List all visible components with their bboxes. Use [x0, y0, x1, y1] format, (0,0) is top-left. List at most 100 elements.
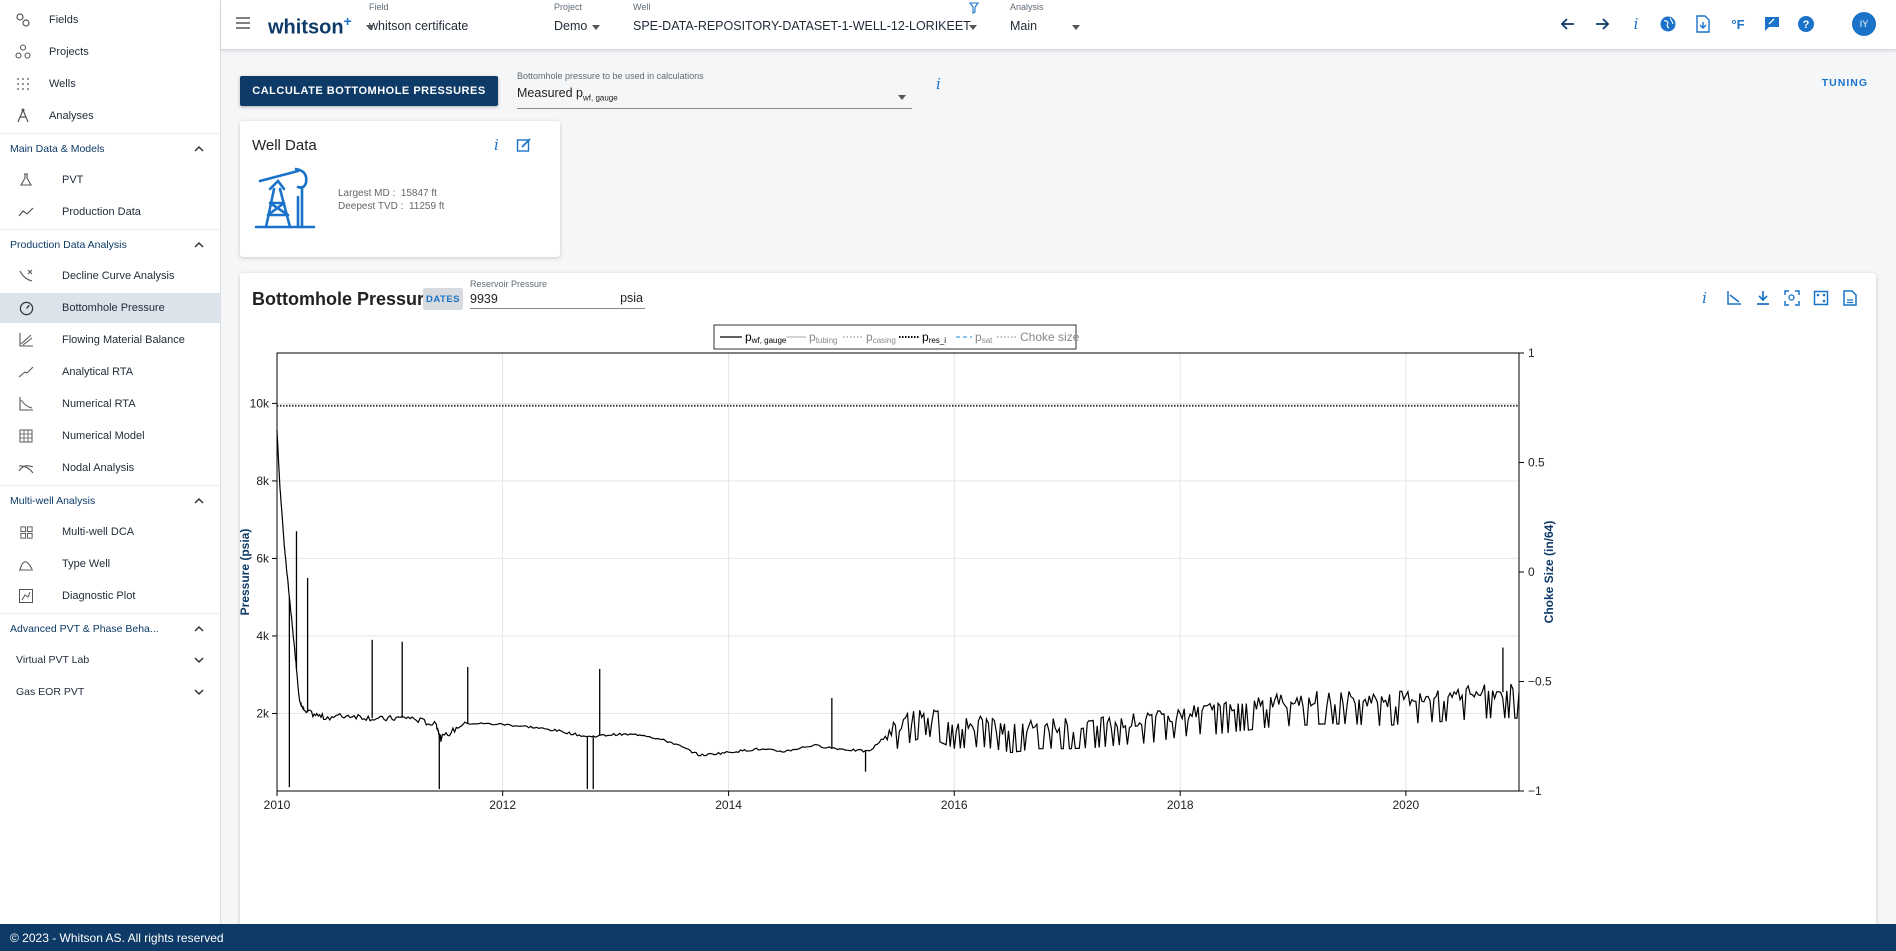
- multiwell-icon: [14, 525, 38, 540]
- chart-toolbar: i: [1694, 287, 1860, 308]
- sidebar-item-projects[interactable]: Projects: [0, 37, 220, 67]
- temperature-unit-icon[interactable]: °F: [1727, 13, 1749, 35]
- project-value: Demo: [554, 19, 588, 33]
- project-select[interactable]: Project Demo: [554, 2, 588, 33]
- well-select[interactable]: Well SPE-DATA-REPOSITORY-DATASET-1-WELL-…: [633, 2, 973, 33]
- chevron-down-icon: [898, 95, 906, 100]
- sidebar-item-wells[interactable]: Wells: [0, 69, 220, 99]
- section-production-data-analysis[interactable]: Production Data Analysis: [0, 229, 220, 259]
- dates-toggle-button[interactable]: DATES: [423, 288, 463, 310]
- plot-frame: [276, 352, 1520, 792]
- sidebar-item-diagnostic-plot[interactable]: Diagnostic Plot: [0, 581, 220, 611]
- bhp-chart[interactable]: pwf, gauge ptubing pcasing pres_i psat Choke …: [240, 273, 1876, 924]
- sidebar-item-label: Diagnostic Plot: [62, 590, 136, 602]
- sidebar-item-multi-well-dca[interactable]: Multi-well DCA: [0, 517, 220, 547]
- well-label: Well: [633, 2, 651, 12]
- info-icon[interactable]: i: [494, 136, 499, 154]
- autoscale-icon[interactable]: [1810, 287, 1831, 308]
- chevron-up-icon: [194, 145, 204, 152]
- app-root: Fields Projects Wells Analyses Main Data…: [0, 0, 1896, 951]
- bhp-select-label: Bottomhole pressure to be used in calcul…: [517, 71, 704, 81]
- y2-tick-label: 1: [1528, 346, 1535, 360]
- sidebar-item-label: Production Data: [62, 206, 141, 218]
- whitson-logo[interactable]: whitson+: [268, 13, 352, 40]
- user-avatar[interactable]: IY: [1852, 12, 1876, 36]
- section-main-data-models[interactable]: Main Data & Models: [0, 133, 220, 163]
- sidebar-item-numerical-model[interactable]: Numerical Model: [0, 421, 220, 451]
- sidebar-item-label: Nodal Analysis: [62, 462, 135, 474]
- sidebar-item-type-well[interactable]: Type Well: [0, 549, 220, 579]
- chevron-down-icon: [194, 657, 204, 664]
- back-arrow-icon[interactable]: [1557, 13, 1579, 35]
- chevron-down-icon: [969, 25, 977, 30]
- chevron-up-icon: [194, 497, 204, 504]
- tuning-button[interactable]: TUNING: [1822, 77, 1868, 89]
- sidebar-item-label: Type Well: [62, 558, 111, 570]
- well-data-card: Well Data i Largest MD : 15847 ft Deepes…: [240, 121, 560, 257]
- field-select[interactable]: Field whitson certificate: [366, 2, 519, 33]
- top-bar: whitson+ Field whitson certificate Proje…: [221, 0, 1896, 50]
- axis-scale-icon[interactable]: [1723, 287, 1744, 308]
- info-icon[interactable]: i: [1694, 287, 1715, 308]
- section-multi-well-analysis[interactable]: Multi-well Analysis: [0, 485, 220, 515]
- section-advanced-pvt[interactable]: Advanced PVT & Phase Beha...: [0, 613, 220, 643]
- sidebar-item-bottomhole-pressure[interactable]: Bottomhole Pressure: [0, 293, 220, 323]
- x-tick-label: 2014: [715, 798, 742, 812]
- reservoir-pressure-field[interactable]: Reservoir Pressure 9939 psia: [470, 279, 645, 309]
- zoom-icon[interactable]: [1781, 287, 1802, 308]
- logo-text: whitson: [268, 16, 344, 39]
- sidebar-item-label: Fields: [49, 14, 79, 26]
- edit-icon[interactable]: [516, 137, 532, 153]
- globe-icon[interactable]: [1657, 13, 1679, 35]
- type-well-icon: [14, 556, 38, 572]
- analysis-select[interactable]: Analysis Main: [1010, 2, 1070, 33]
- sidebar-item-label: Numerical RTA: [62, 398, 136, 410]
- bhp-source-select[interactable]: Bottomhole pressure to be used in calcul…: [517, 71, 912, 109]
- sidebar-item-production-data[interactable]: Production Data: [0, 197, 220, 227]
- download-icon[interactable]: [1752, 287, 1773, 308]
- y2-axis-label: Choke Size (in/64): [1542, 521, 1556, 624]
- main-content: CALCULATE BOTTOMHOLE PRESSURES Bottomhol…: [221, 51, 1896, 924]
- filter-icon[interactable]: [969, 2, 979, 14]
- sidebar-item-flowing-material-balance[interactable]: Flowing Material Balance: [0, 325, 220, 355]
- chevron-down-icon: [592, 25, 600, 30]
- section-virtual-pvt-lab[interactable]: Virtual PVT Lab: [0, 645, 220, 675]
- section-title: Advanced PVT & Phase Beha...: [10, 622, 159, 635]
- sidebar-item-label: PVT: [62, 174, 84, 186]
- bhp-select-subscript: wf, gauge: [583, 93, 618, 103]
- sidebar-item-analytical-rta[interactable]: Analytical RTA: [0, 357, 220, 387]
- footer: © 2023 - Whitson AS. All rights reserved: [0, 924, 1896, 951]
- sidebar-item-numerical-rta[interactable]: Numerical RTA: [0, 389, 220, 419]
- calculate-bottomhole-pressures-button[interactable]: CALCULATE BOTTOMHOLE PRESSURES: [240, 76, 498, 106]
- sidebar-item-analyses[interactable]: Analyses: [0, 101, 220, 131]
- y2-tick-label: 0: [1528, 565, 1535, 579]
- info-icon[interactable]: i: [1625, 13, 1647, 35]
- sidebar-item-pvt[interactable]: PVT: [0, 165, 220, 195]
- section-title: Virtual PVT Lab: [16, 654, 90, 666]
- help-icon[interactable]: ?: [1795, 13, 1817, 35]
- info-icon[interactable]: i: [936, 75, 941, 93]
- section-gas-eor-pvt[interactable]: Gas EOR PVT: [0, 677, 220, 707]
- md-value: 15847 ft: [400, 188, 437, 199]
- forward-arrow-icon[interactable]: [1591, 13, 1613, 35]
- feedback-icon[interactable]: [1761, 13, 1783, 35]
- diagnostic-icon: [14, 588, 38, 604]
- reservoir-pressure-value: 9939: [470, 292, 498, 306]
- download-file-icon[interactable]: [1692, 13, 1714, 35]
- y-tick-label: 2k: [256, 706, 270, 720]
- numerical-rta-icon: [14, 396, 38, 412]
- y-tick-label: 10k: [250, 396, 270, 410]
- sidebar-item-decline-curve-analysis[interactable]: Decline Curve Analysis: [0, 261, 220, 291]
- menu-icon[interactable]: [235, 16, 251, 30]
- logo-plus: +: [343, 13, 352, 29]
- wells-icon: [11, 77, 35, 91]
- tvd-value: 11259 ft: [408, 201, 445, 212]
- sidebar-item-nodal-analysis[interactable]: Nodal Analysis: [0, 453, 220, 483]
- project-label: Project: [554, 2, 583, 12]
- sidebar-item-label: Bottomhole Pressure: [62, 302, 165, 314]
- chevron-up-icon: [194, 625, 204, 632]
- bhp-chart-title: Bottomhole Pressure: [252, 289, 435, 309]
- export-file-icon[interactable]: [1839, 287, 1860, 308]
- sidebar-item-fields[interactable]: Fields: [0, 5, 220, 35]
- field-value: whitson certificate: [369, 19, 469, 33]
